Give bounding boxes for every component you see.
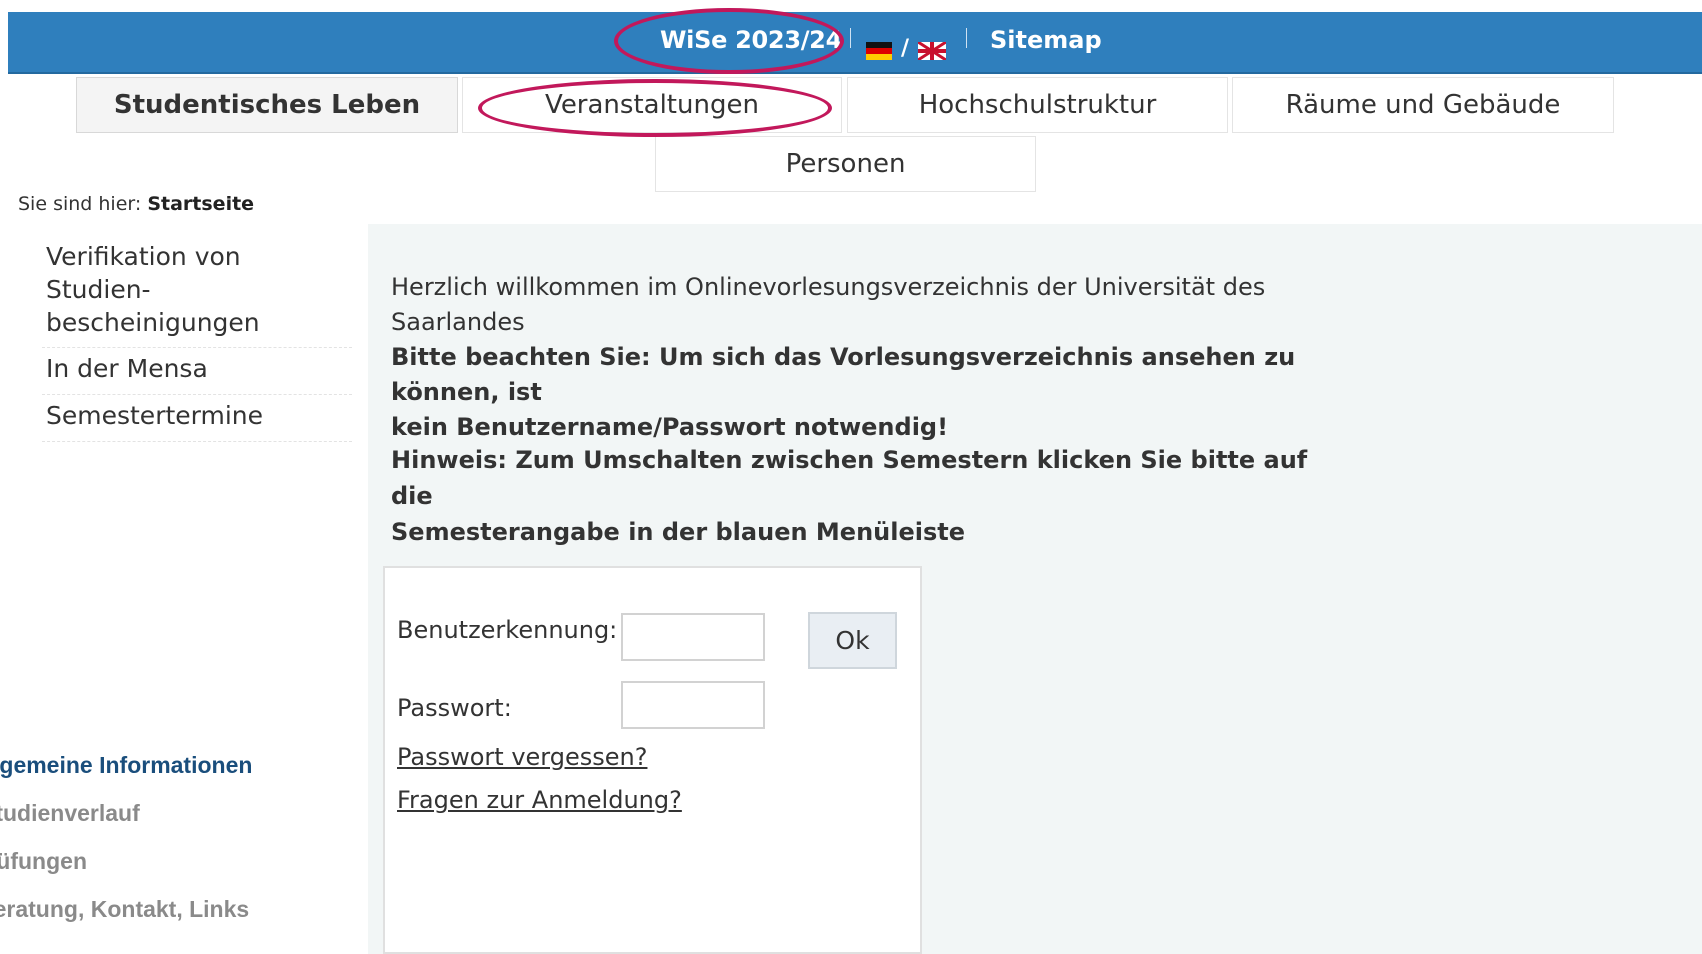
breadcrumb: Sie sind hier: Startseite — [18, 193, 254, 215]
nav-item-label: bescheinigungen — [46, 308, 260, 337]
login-questions-link[interactable]: Fragen zur Anmeldung? — [397, 786, 682, 814]
ok-button[interactable]: Ok — [808, 612, 897, 669]
welcome-line: Herzlich willkommen im Onlinevorlesungsv… — [391, 273, 1266, 301]
nav-item-label: Semestertermine — [46, 401, 264, 430]
breadcrumb-prefix: Sie sind hier: — [18, 193, 142, 215]
tab-hochschulstruktur[interactable]: Hochschulstruktur — [847, 77, 1228, 133]
german-flag-icon[interactable] — [866, 42, 892, 60]
hint-line: Hinweis: Zum Umschalten zwischen Semeste… — [391, 446, 1308, 510]
nav-item-label: Verifikation von Studien- — [46, 242, 241, 304]
uk-flag-icon[interactable] — [918, 42, 946, 60]
semester-hint: Hinweis: Zum Umschalten zwischen Semeste… — [391, 442, 1351, 550]
semester-selector[interactable]: WiSe 2023/24 — [660, 26, 842, 54]
tab-raeume-und-gebaeude[interactable]: Räume und Gebäude — [1232, 77, 1614, 133]
notice-line: Bitte beachten Sie: Um sich das Vorlesun… — [391, 343, 1296, 406]
menu-separator — [850, 28, 851, 48]
menu-separator — [966, 28, 967, 48]
hint-line: Semesterangabe in der blauen Menüleiste — [391, 518, 966, 546]
welcome-line: Saarlandes — [391, 308, 525, 336]
top-menu-bar: WiSe 2023/24 / Sitemap — [8, 12, 1702, 74]
password-label: Passwort: — [397, 694, 512, 722]
nav-item-label: In der Mensa — [46, 354, 208, 383]
flag-separator: / — [901, 36, 910, 61]
nav-item-studienverlauf[interactable]: Studienverlauf — [0, 800, 340, 848]
welcome-text: Herzlich willkommen im Onlinevorlesungsv… — [391, 270, 1351, 445]
nav-item-beratung-kontakt-links[interactable]: Beratung, Kontakt, Links — [0, 896, 337, 944]
nav-item-semestertermine[interactable]: Semestertermine — [42, 395, 352, 442]
breadcrumb-current[interactable]: Startseite — [147, 193, 254, 215]
username-input[interactable] — [621, 613, 765, 661]
sitemap-link[interactable]: Sitemap — [990, 26, 1102, 54]
nav-heading-allgemeine-informationen[interactable]: Allgemeine Informationen — [0, 752, 330, 800]
nav-item-pruefungen[interactable]: Prüfungen — [0, 848, 332, 896]
nav-item-verifikation[interactable]: Verifikation von Studien- bescheinigunge… — [42, 236, 352, 348]
forgot-password-link[interactable]: Passwort vergessen? — [397, 743, 647, 771]
tab-personen[interactable]: Personen — [655, 136, 1036, 192]
password-input[interactable] — [621, 681, 765, 729]
tab-veranstaltungen[interactable]: Veranstaltungen — [462, 77, 842, 133]
left-navigation: Verifikation von Studien- bescheinigunge… — [42, 236, 352, 442]
tab-studentisches-leben[interactable]: Studentisches Leben — [76, 77, 458, 133]
username-label: Benutzerkennung: — [397, 616, 618, 644]
notice-line: kein Benutzername/Passwort notwendig! — [391, 413, 949, 441]
nav-item-mensa[interactable]: In der Mensa — [42, 348, 352, 395]
bottom-navigation: Allgemeine Informationen Studienverlauf … — [0, 752, 360, 944]
